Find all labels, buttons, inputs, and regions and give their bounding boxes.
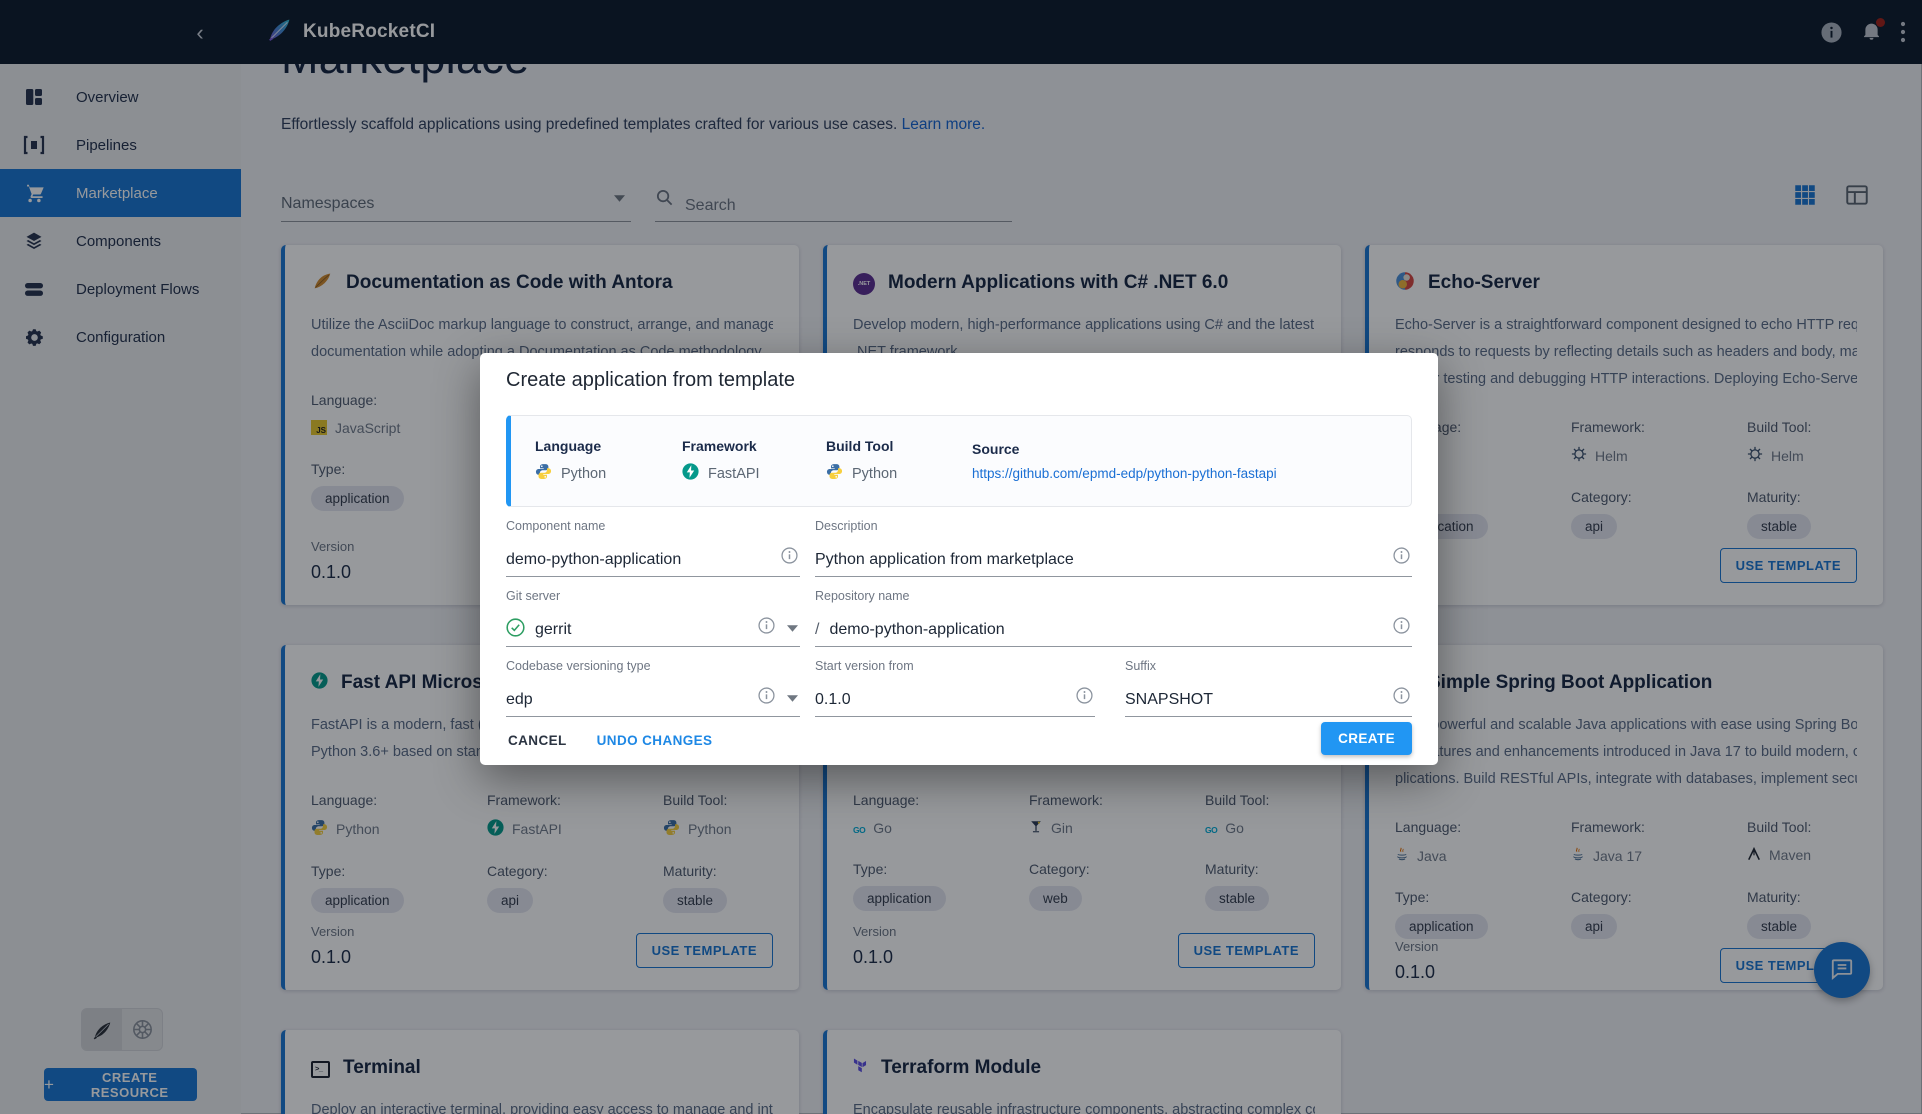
check-circle-icon [506, 617, 525, 642]
summary-source: Source https://github.com/epmd-edp/pytho… [972, 441, 1277, 481]
python-icon [535, 463, 552, 484]
summary-language: Language Python [535, 438, 682, 484]
undo-changes-button[interactable]: UNDO CHANGES [595, 725, 715, 756]
modal-actions: CANCEL UNDO CHANGES [506, 725, 714, 756]
info-icon[interactable] [1393, 547, 1410, 569]
start-version-from-field[interactable]: Start version from 0.1.0 [815, 659, 1095, 717]
app-window: Marketplace Effortlessly scaffold applic… [0, 0, 1922, 1114]
git-server-select[interactable]: Git server gerrit [506, 589, 800, 647]
info-icon[interactable] [1076, 687, 1093, 709]
suffix-field[interactable]: Suffix SNAPSHOT [1125, 659, 1412, 717]
description-field[interactable]: Description Python application from mark… [815, 519, 1412, 577]
template-summary-panel: Language Python Framework FastAPI Build … [506, 415, 1412, 507]
create-application-modal: Create application from template Languag… [480, 353, 1438, 765]
info-icon[interactable] [758, 687, 775, 709]
create-button[interactable]: CREATE [1321, 722, 1412, 755]
python-icon [826, 463, 843, 484]
codebase-versioning-type-select[interactable]: Codebase versioning type edp [506, 659, 800, 717]
info-icon[interactable] [1393, 617, 1410, 639]
info-icon[interactable] [781, 547, 798, 569]
component-name-field[interactable]: Component name demo-python-application [506, 519, 800, 577]
repository-name-field[interactable]: Repository name / demo-python-applicatio… [815, 589, 1412, 647]
summary-framework: Framework FastAPI [682, 438, 826, 484]
info-icon[interactable] [758, 617, 775, 639]
info-icon[interactable] [1393, 687, 1410, 709]
chevron-down-icon[interactable] [787, 689, 798, 707]
source-link[interactable]: https://github.com/epmd-edp/python-pytho… [972, 466, 1277, 481]
cancel-button[interactable]: CANCEL [506, 725, 569, 756]
modal-title: Create application from template [506, 369, 796, 391]
summary-build-tool: Build Tool Python [826, 438, 972, 484]
chevron-down-icon[interactable] [787, 619, 798, 637]
fastapi-icon [682, 463, 699, 484]
